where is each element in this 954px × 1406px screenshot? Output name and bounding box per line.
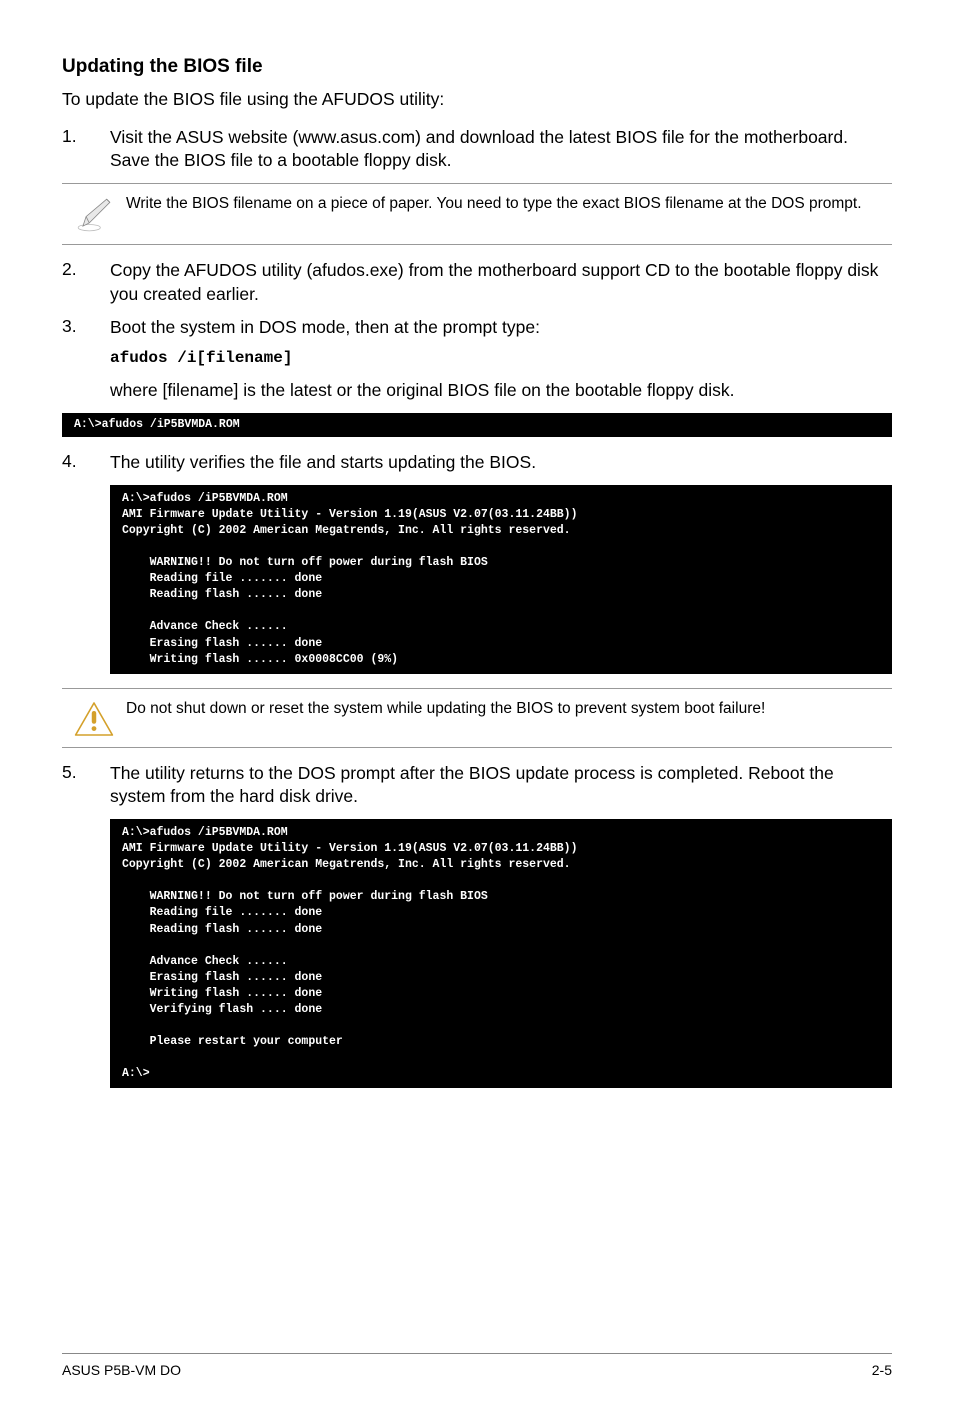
section-heading: Updating the BIOS file: [62, 56, 892, 78]
step-number: 5.: [62, 762, 110, 809]
intro-text: To update the BIOS file using the AFUDOS…: [62, 88, 892, 112]
pencil-icon: [62, 194, 126, 234]
footer-left: ASUS P5B-VM DO: [62, 1362, 181, 1378]
note-box-pencil: Write the BIOS filename on a piece of pa…: [62, 183, 892, 245]
step-text: Copy the AFUDOS utility (afudos.exe) fro…: [110, 259, 892, 306]
step-number-blank: [62, 379, 110, 403]
page-footer: ASUS P5B-VM DO 2-5: [62, 1353, 892, 1378]
terminal-output-2: A:\>afudos /iP5BVMDA.ROM AMI Firmware Up…: [110, 485, 892, 674]
step-4: 4. The utility verifies the file and sta…: [62, 451, 892, 475]
step-text: The utility returns to the DOS prompt af…: [110, 762, 892, 809]
terminal-output-1: A:\>afudos /iP5BVMDA.ROM: [62, 413, 892, 437]
footer-right: 2-5: [872, 1362, 892, 1378]
step-3: 3. Boot the system in DOS mode, then at …: [62, 316, 892, 369]
note-box-warning: Do not shut down or reset the system whi…: [62, 688, 892, 748]
step-3-continuation: where [filename] is the latest or the or…: [62, 379, 892, 403]
step-text: Visit the ASUS website (www.asus.com) an…: [110, 126, 892, 173]
terminal-output-3: A:\>afudos /iP5BVMDA.ROM AMI Firmware Up…: [110, 819, 892, 1089]
step-3-text: Boot the system in DOS mode, then at the…: [110, 317, 540, 337]
warning-icon: [62, 699, 126, 737]
step-1: 1. Visit the ASUS website (www.asus.com)…: [62, 126, 892, 173]
step-text: The utility verifies the file and starts…: [110, 451, 892, 475]
step-text: where [filename] is the latest or the or…: [110, 379, 892, 403]
step-3-code: afudos /i[filename]: [110, 348, 892, 370]
step-2: 2. Copy the AFUDOS utility (afudos.exe) …: [62, 259, 892, 306]
step-number: 1.: [62, 126, 110, 173]
step-number: 4.: [62, 451, 110, 475]
note-text: Write the BIOS filename on a piece of pa…: [126, 194, 892, 215]
step-text: Boot the system in DOS mode, then at the…: [110, 316, 892, 369]
note-text: Do not shut down or reset the system whi…: [126, 699, 892, 720]
step-5: 5. The utility returns to the DOS prompt…: [62, 762, 892, 809]
step-number: 2.: [62, 259, 110, 306]
step-number: 3.: [62, 316, 110, 369]
